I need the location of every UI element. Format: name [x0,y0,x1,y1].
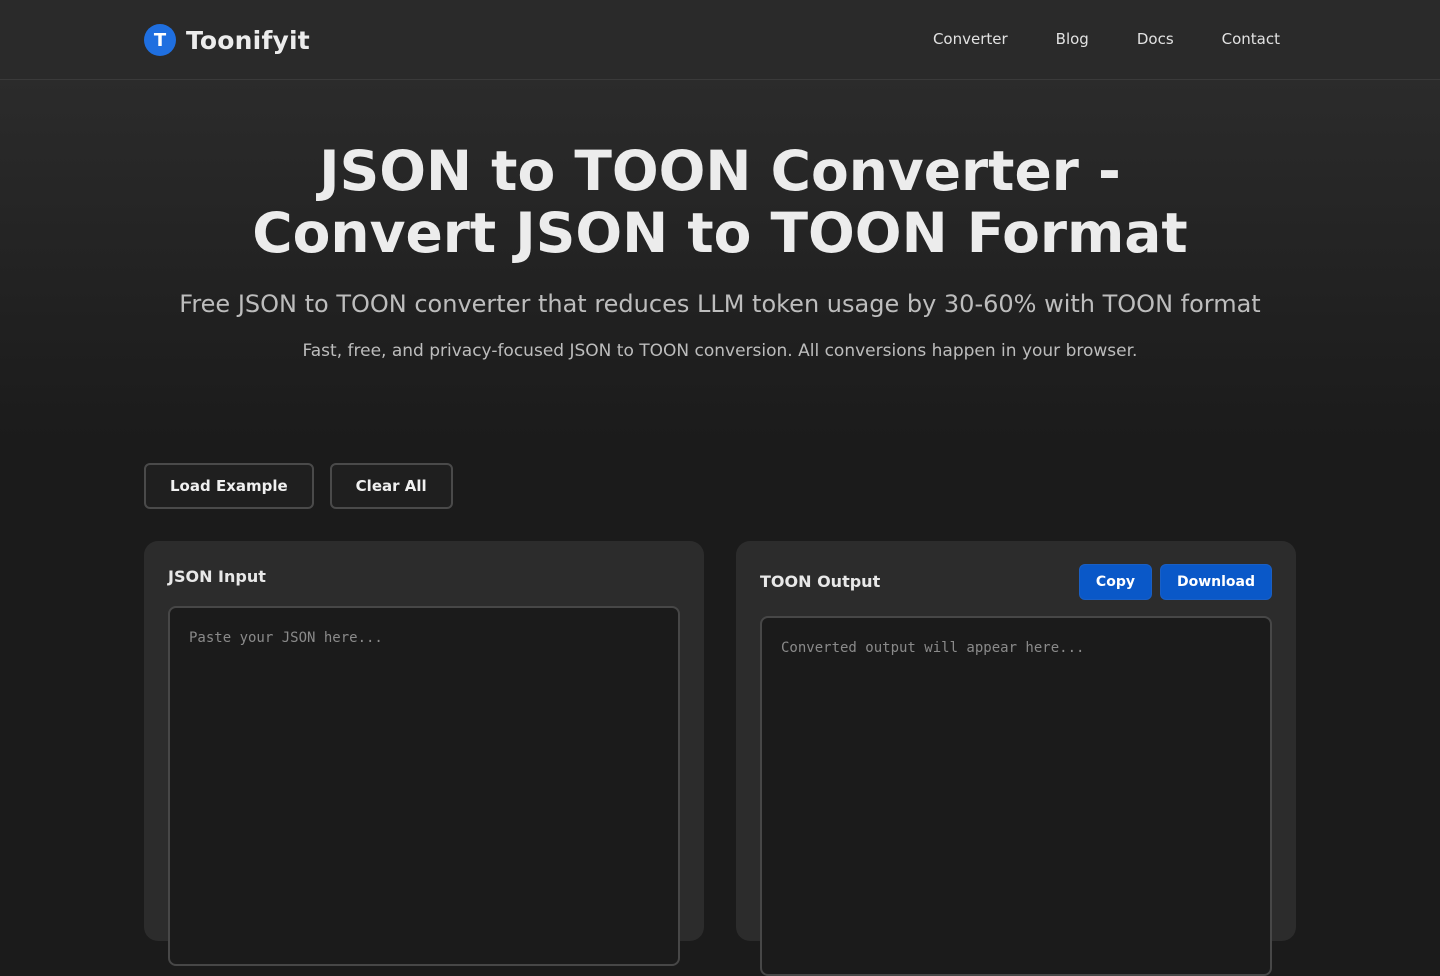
toon-output-textarea[interactable] [760,616,1272,976]
hero-note: Fast, free, and privacy-focused JSON to … [302,341,1138,361]
page-title: JSON to TOON Converter - Convert JSON to… [200,140,1240,264]
brand-logo-icon: T [144,24,176,56]
toon-output-title: TOON Output [760,572,881,591]
json-input-textarea[interactable] [168,606,680,966]
hero-section: JSON to TOON Converter - Convert JSON to… [0,80,1440,440]
nav-link-contact[interactable]: Contact [1222,30,1280,48]
nav-link-docs[interactable]: Docs [1137,30,1174,48]
brand[interactable]: T Toonifyit [144,24,310,56]
main-nav: Converter Blog Docs Contact [933,30,1280,48]
nav-link-converter[interactable]: Converter [933,30,1008,48]
page-title-line-2: Convert JSON to TOON Format [252,201,1188,265]
load-example-button[interactable]: Load Example [144,463,314,509]
clear-all-button[interactable]: Clear All [329,463,453,509]
json-input-title: JSON Input [168,567,266,586]
download-button[interactable]: Download [1159,564,1272,600]
toon-output-panel: TOON Output Copy Download [736,541,1296,976]
page-title-line-1: JSON to TOON Converter - [319,139,1121,203]
nav-link-blog[interactable]: Blog [1056,30,1089,48]
json-input-panel: JSON Input [144,541,704,966]
output-actions: Copy Download [1078,564,1272,600]
site-header: T Toonifyit Converter Blog Docs Contact [0,0,1440,80]
copy-button[interactable]: Copy [1078,564,1152,600]
brand-name: Toonifyit [186,25,310,55]
converter-toolbar: Load Example Clear All [144,463,453,509]
hero-subtitle: Free JSON to TOON converter that reduces… [179,290,1261,318]
